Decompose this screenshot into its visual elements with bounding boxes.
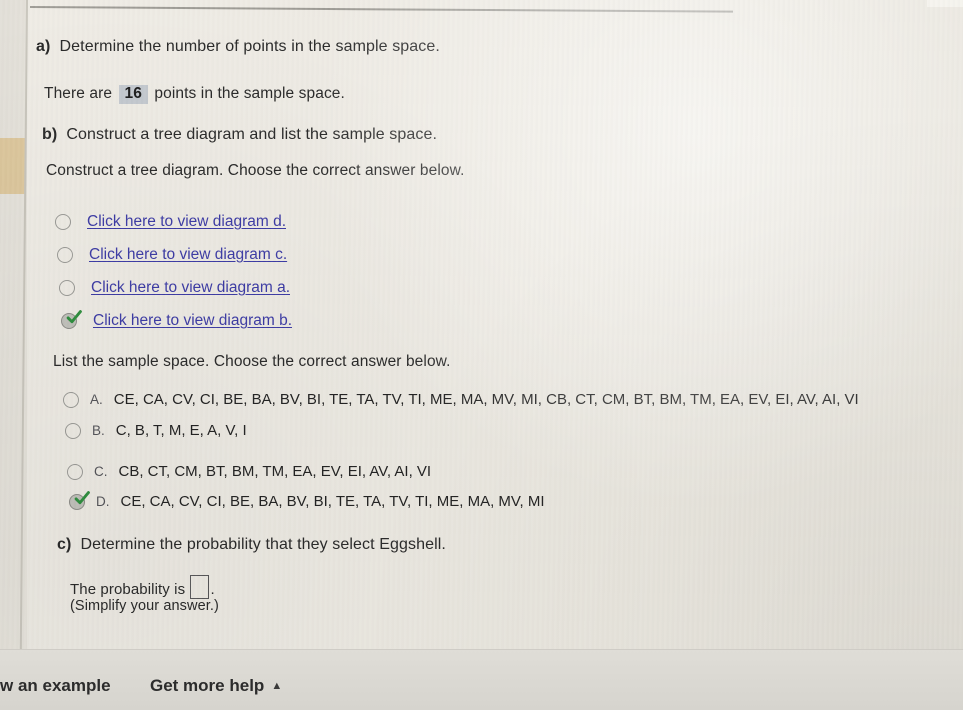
choice-letter: C. [94,464,108,479]
choice-letter: A. [90,392,103,407]
tree-instruction: Construct a tree diagram. Choose the cor… [46,162,465,179]
radio-button[interactable] [55,214,71,230]
part-a-prompt-text: Determine the number of points in the sa… [54,38,440,55]
probability-input[interactable] [190,575,210,599]
part-b-marker: b) [42,126,58,143]
radio-button[interactable] [63,391,79,408]
part-c-prompt: c) Determine the probability that they s… [57,536,446,554]
bottom-toolbar: w an example Get more help ▲ [0,649,963,710]
choice-text: CE, CA, CV, CI, BE, BA, BV, BI, TE, TA, … [120,493,545,510]
choice-text: CB, CT, CM, BT, BM, TM, EA, EV, EI, AV, … [118,463,432,480]
probability-period: . [210,581,215,598]
list-instruction: List the sample space. Choose the correc… [53,353,451,370]
radio-button-selected[interactable] [69,490,90,510]
probability-label: The probability is [70,581,186,598]
choice-text: CE, CA, CV, CI, BE, BA, BV, BI, TE, TA, … [113,391,859,408]
part-a-prompt: a) Determine the number of points in the… [36,38,440,56]
sample-space-choice-b[interactable]: B. C, B, T, M, E, A, V, I [65,422,247,439]
get-more-help-label: Get more help [150,676,265,695]
part-a-answer-prefix: There are [44,85,113,102]
part-c-prompt-text: Determine the probability that they sele… [75,536,446,553]
part-a-answer-suffix: points in the sample space. [154,85,345,102]
probability-answer-line: The probability is . [70,575,215,599]
sample-space-choice-a[interactable]: A. CE, CA, CV, CI, BE, BA, BV, BI, TE, T… [63,391,859,408]
simplify-note: (Simplify your answer.) [70,598,219,614]
radio-button-selected[interactable] [61,310,82,329]
diagram-choice-0[interactable]: Click here to view diagram d. [55,213,286,231]
diagram-link-d[interactable]: Click here to view diagram d. [87,213,286,231]
radio-button[interactable] [67,463,83,480]
part-b-prompt: b) Construct a tree diagram and list the… [42,126,437,144]
part-a-marker: a) [36,38,51,55]
caret-up-icon: ▲ [271,680,283,692]
radio-button[interactable] [57,247,73,263]
radio-button[interactable] [59,280,75,296]
diagram-link-c[interactable]: Click here to view diagram c. [89,246,287,264]
part-a-answer-line: There are 16 points in the sample space. [44,85,345,105]
choice-letter: B. [92,423,105,438]
sample-space-choice-d[interactable]: D. CE, CA, CV, CI, BE, BA, BV, BI, TE, T… [69,490,545,510]
diagram-choice-3[interactable]: Click here to view diagram b. [61,310,292,330]
choice-letter: D. [96,494,110,509]
problem-content: a) Determine the number of points in the… [0,0,963,651]
checkmark-icon [74,490,90,504]
diagram-choice-1[interactable]: Click here to view diagram c. [57,246,287,264]
view-example-button[interactable]: w an example [0,676,111,696]
diagram-link-b[interactable]: Click here to view diagram b. [93,312,292,330]
checkmark-icon [66,310,82,324]
choice-text: C, B, T, M, E, A, V, I [115,422,247,439]
diagram-link-a[interactable]: Click here to view diagram a. [91,279,290,297]
radio-button[interactable] [65,422,81,439]
part-c-marker: c) [57,536,72,553]
get-more-help-button[interactable]: Get more help ▲ [150,676,282,696]
diagram-choice-2[interactable]: Click here to view diagram a. [59,279,290,297]
screenshot-root: a) Determine the number of points in the… [0,0,963,710]
part-b-prompt-text: Construct a tree diagram and list the sa… [61,126,438,143]
sample-space-choice-c[interactable]: C. CB, CT, CM, BT, BM, TM, EA, EV, EI, A… [67,463,431,480]
sample-space-count-field[interactable]: 16 [118,85,148,105]
